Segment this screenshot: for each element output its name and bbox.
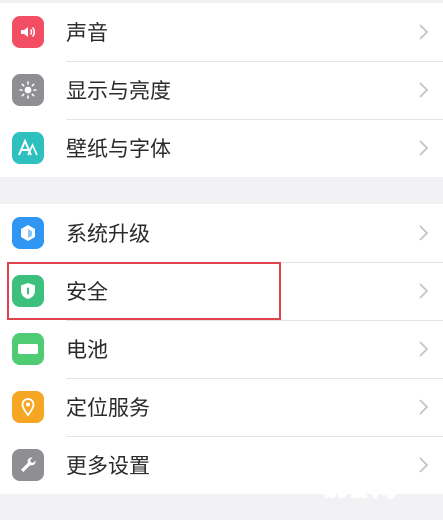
- settings-row-label: 系统升级: [66, 222, 150, 246]
- shield-icon: [12, 275, 44, 307]
- chevron-right-icon: [419, 399, 429, 415]
- settings-row-wallpaper[interactable]: 壁纸与字体: [0, 119, 443, 177]
- settings-row-battery[interactable]: 电池: [0, 320, 443, 378]
- settings-row-display[interactable]: 显示与亮度: [0, 61, 443, 119]
- wrench-icon: [12, 449, 44, 481]
- battery-icon: [12, 333, 44, 365]
- location-pin-icon: [12, 391, 44, 423]
- speaker-icon: [12, 16, 44, 48]
- chevron-right-icon: [419, 24, 429, 40]
- chevron-right-icon: [419, 457, 429, 473]
- settings-row-label: 声音: [66, 21, 108, 45]
- settings-row-label: 电池: [66, 338, 108, 362]
- settings-row-security[interactable]: 安全: [0, 262, 443, 320]
- settings-row-label: 壁纸与字体: [66, 137, 171, 161]
- settings-row-sound[interactable]: 声音: [0, 3, 443, 61]
- settings-row-label: 安全: [66, 280, 108, 304]
- chevron-right-icon: [419, 283, 429, 299]
- settings-row-system-update[interactable]: 系统升级: [0, 204, 443, 262]
- watermark: 锐客网: [322, 473, 397, 502]
- sun-icon: [12, 74, 44, 106]
- settings-row-label: 更多设置: [66, 454, 150, 478]
- chevron-right-icon: [419, 140, 429, 156]
- settings-group-2: 系统升级 安全 电池 定位服务 更多设置: [0, 204, 443, 494]
- settings-row-label: 显示与亮度: [66, 79, 171, 103]
- chevron-right-icon: [419, 341, 429, 357]
- chevron-right-icon: [419, 225, 429, 241]
- settings-group-1: 声音 显示与亮度 壁纸与字体: [0, 3, 443, 177]
- update-icon: [12, 217, 44, 249]
- chevron-right-icon: [419, 82, 429, 98]
- settings-row-label: 定位服务: [66, 396, 150, 420]
- font-icon: [12, 132, 44, 164]
- settings-row-location[interactable]: 定位服务: [0, 378, 443, 436]
